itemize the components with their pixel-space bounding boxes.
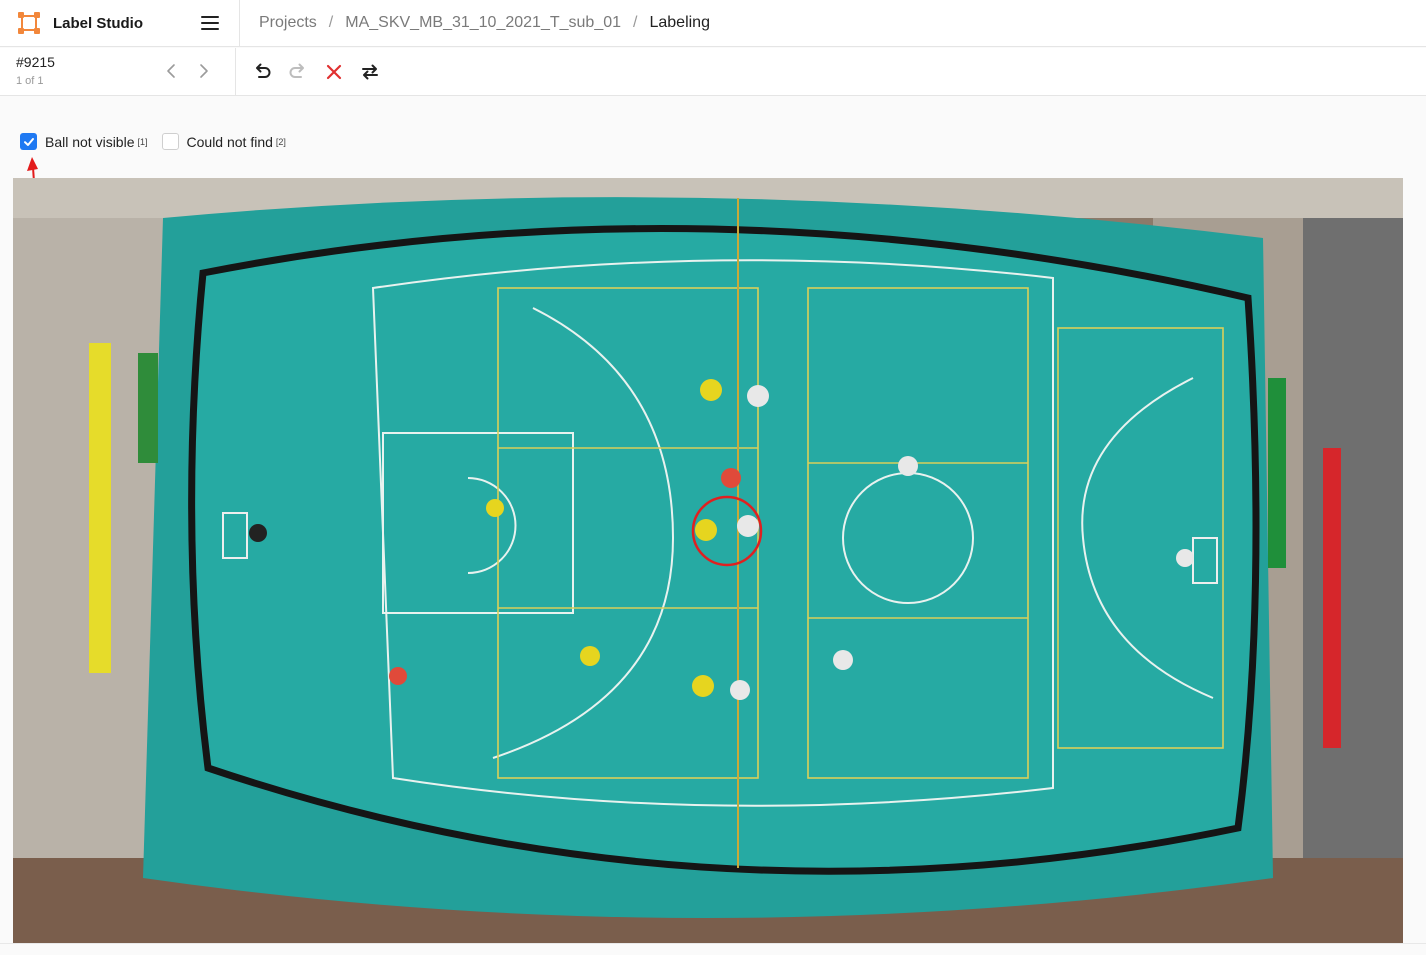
chevron-right-icon[interactable] (194, 62, 212, 80)
hamburger-menu-icon[interactable] (200, 14, 220, 32)
close-icon[interactable] (323, 61, 345, 83)
undo-icon[interactable] (251, 61, 273, 83)
floorball-court-image (13, 178, 1403, 943)
choice-hotkey: [1] (137, 136, 148, 147)
check-icon (23, 137, 34, 146)
breadcrumb-current: Labeling (649, 14, 710, 31)
choice-label: Ball not visible (45, 133, 135, 150)
task-id: #9215 (16, 54, 55, 70)
breadcrumb-projects[interactable]: Projects (259, 14, 317, 32)
choices-group: Ball not visible [1] Could not find [2] (20, 133, 300, 150)
task-info: #9215 1 of 1 (0, 48, 236, 96)
breadcrumb: Projects / MA_SKV_MB_31_10_2021_T_sub_01… (240, 14, 710, 32)
label-studio-logo-icon[interactable] (18, 12, 40, 34)
task-count: 1 of 1 (16, 75, 44, 87)
choice-could-not-find[interactable]: Could not find [2] (161, 133, 286, 150)
choice-ball-not-visible[interactable]: Ball not visible [1] (20, 133, 148, 150)
breadcrumb-separator: / (328, 14, 334, 31)
swap-icon[interactable] (359, 61, 381, 83)
redo-icon[interactable] (287, 61, 309, 83)
brand: Label Studio (0, 0, 240, 47)
top-bar: Label Studio Projects / MA_SKV_MB_31_10_… (0, 0, 1426, 47)
choice-hotkey: [2] (275, 136, 286, 147)
breadcrumb-project-name[interactable]: MA_SKV_MB_31_10_2021_T_sub_01 (345, 14, 621, 32)
chevron-left-icon[interactable] (163, 62, 181, 80)
labeling-toolbar: #9215 1 of 1 (0, 48, 1426, 96)
breadcrumb-separator: / (633, 14, 638, 31)
choice-label: Could not find (186, 133, 273, 150)
image-canvas[interactable] (13, 178, 1403, 943)
bottom-panel-edge (0, 943, 1426, 955)
checkbox-unchecked[interactable] (161, 133, 179, 150)
app-name[interactable]: Label Studio (53, 15, 143, 32)
checkbox-checked[interactable] (20, 133, 37, 150)
